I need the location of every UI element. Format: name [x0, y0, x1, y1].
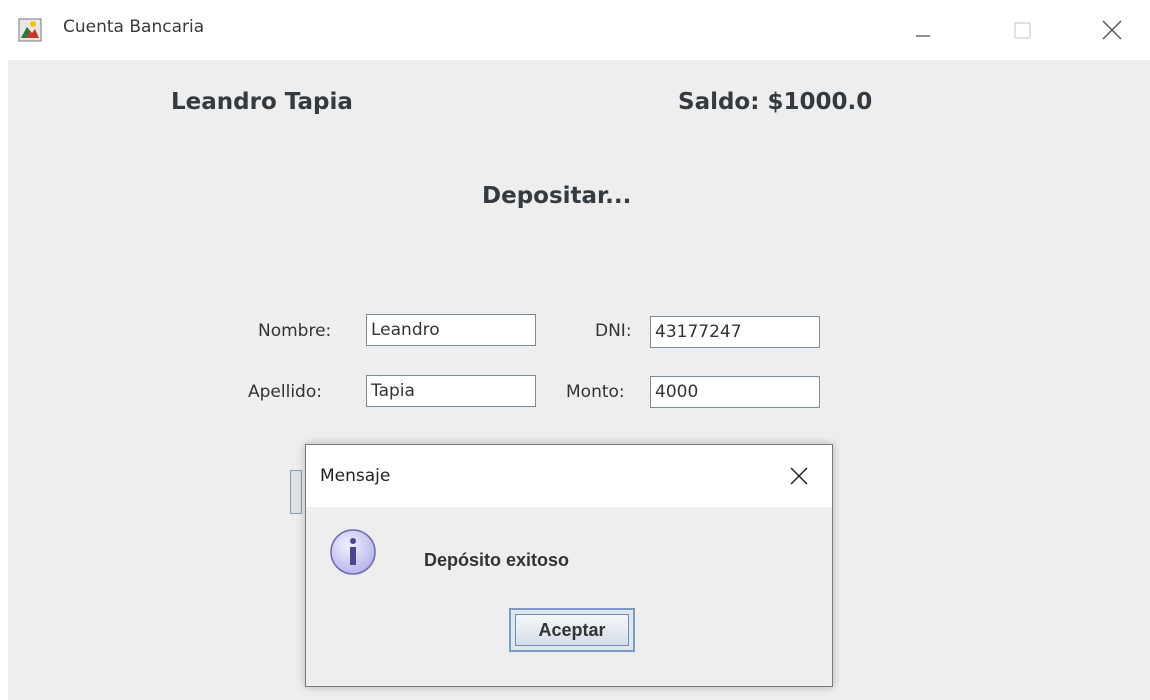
accept-button[interactable]: Aceptar — [509, 608, 635, 652]
dialog-title: Mensaje — [320, 466, 391, 486]
account-balance: Saldo: $1000.0 — [678, 89, 873, 115]
window-titlebar: Cuenta Bancaria — [0, 0, 1150, 60]
maximize-icon[interactable] — [1000, 10, 1044, 50]
dialog-message: Depósito exitoso — [424, 550, 570, 570]
information-icon — [330, 529, 376, 575]
dni-label: DNI: — [595, 321, 632, 341]
nombre-input[interactable] — [366, 314, 536, 346]
minimize-icon[interactable] — [900, 10, 944, 50]
monto-label: Monto: — [566, 382, 625, 402]
dni-input[interactable] — [650, 316, 820, 348]
apellido-input[interactable] — [366, 375, 536, 407]
nombre-label: Nombre: — [258, 321, 332, 341]
window-title: Cuenta Bancaria — [63, 17, 205, 37]
monto-input[interactable] — [650, 376, 820, 408]
deposit-button-partial[interactable] — [290, 470, 302, 514]
section-title: Depositar... — [482, 183, 632, 209]
dialog-titlebar: Mensaje — [306, 445, 832, 507]
dialog-close-icon[interactable] — [784, 461, 814, 491]
close-icon[interactable] — [1090, 10, 1134, 50]
java-app-icon — [18, 18, 42, 42]
account-holder-name: Leandro Tapia — [171, 89, 353, 115]
apellido-label: Apellido: — [248, 382, 322, 402]
accept-button-label: Aceptar — [515, 614, 629, 646]
message-dialog: Mensaje Depósito exitoso Aceptar — [305, 444, 833, 687]
